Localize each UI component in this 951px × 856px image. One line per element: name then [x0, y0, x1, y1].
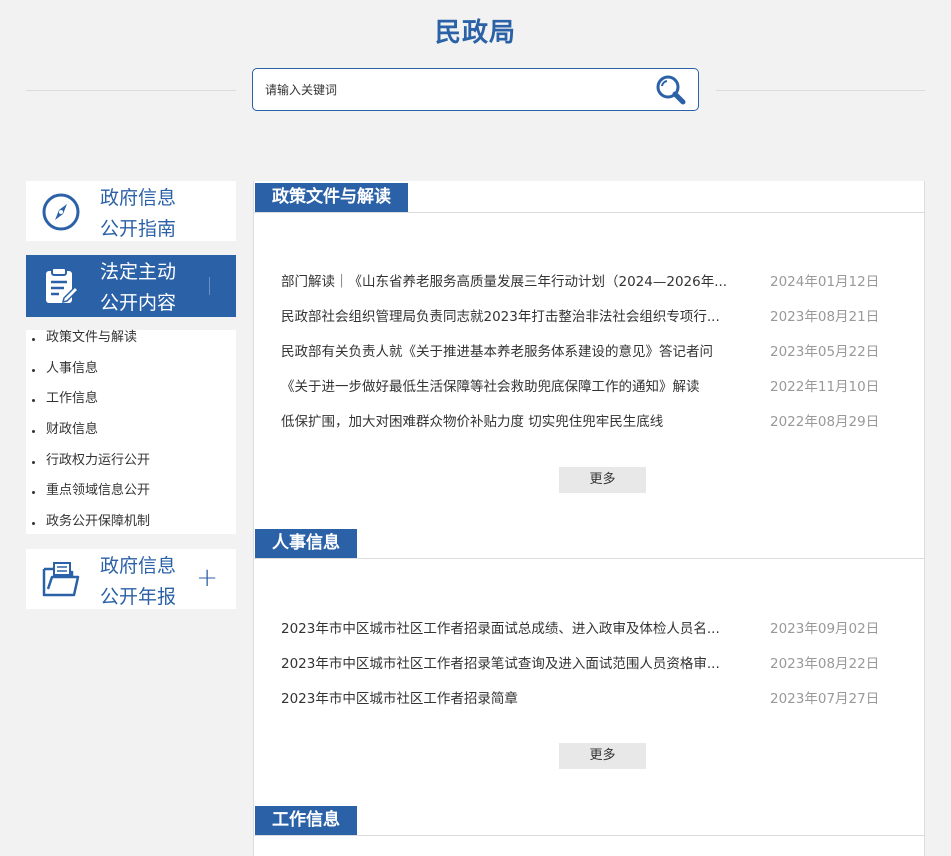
sidebar-annual-label: 政府信息 公开年报 [100, 555, 177, 608]
list-item[interactable]: 《关于进一步做好最低生活保障等社会救助兜底保障工作的通知》解读 2022年11月… [281, 377, 901, 397]
sidebar-guide[interactable]: 政府信息 公开指南 [26, 181, 236, 241]
search-input[interactable] [265, 80, 645, 100]
list-item[interactable]: 2023年市中区城市社区工作者招录简章 2023年07月27日 [281, 689, 901, 709]
plus-icon[interactable]: + [196, 563, 218, 593]
sidebar-item-work[interactable]: 工作信息 [26, 391, 236, 422]
sidebar-list: 政策文件与解读 人事信息 工作信息 财政信息 行政权力运行公开 重点领域信息公开… [26, 330, 236, 534]
search-icon [656, 75, 686, 105]
sidebar-item-policy[interactable]: 政策文件与解读 [26, 330, 236, 361]
section-header-work: 工作信息 [254, 804, 925, 836]
sidebar-divider [209, 277, 210, 295]
section-tab-work[interactable]: 工作信息 [255, 806, 357, 835]
sidebar-item-guarantee[interactable]: 政务公开保障机制 [26, 514, 236, 545]
sidebar-item-key-areas[interactable]: 重点领域信息公开 [26, 483, 236, 514]
clipboard-icon [46, 267, 80, 304]
section-header-personnel: 人事信息 [254, 527, 925, 559]
list-item[interactable]: 2023年市中区城市社区工作者招录面试总成绩、进入政审及体检人员名... 202… [281, 619, 901, 639]
list-item[interactable]: 低保扩围，加大对困难群众物价补贴力度 切实兜住兜牢民生底线 2022年08月29… [281, 412, 901, 432]
compass-icon [42, 193, 80, 231]
search-button[interactable] [654, 73, 688, 107]
search-divider-right [716, 90, 925, 91]
section-header-policy: 政策文件与解读 [254, 181, 925, 213]
folder-icon [42, 562, 80, 597]
list-item[interactable]: 部门解读｜《山东省养老服务高质量发展三年行动计划（2024—2026年... 2… [281, 272, 901, 292]
list-item[interactable]: 民政部有关负责人就《关于推进基本养老服务体系建设的意见》答记者问 2023年05… [281, 342, 901, 362]
more-button-personnel[interactable]: 更多 [559, 743, 646, 769]
section-tab-policy[interactable]: 政策文件与解读 [255, 183, 408, 212]
sidebar-guide-label: 政府信息 公开指南 [100, 187, 177, 240]
sidebar-content[interactable]: 法定主动 公开内容 [26, 255, 236, 317]
sidebar-content-label: 法定主动 公开内容 [100, 261, 177, 314]
search-divider-left [26, 90, 236, 91]
main-panel: 政策文件与解读 部门解读｜《山东省养老服务高质量发展三年行动计划（2024—20… [253, 181, 925, 856]
section-tab-personnel[interactable]: 人事信息 [255, 529, 357, 558]
list-item[interactable]: 民政部社会组织管理局负责同志就2023年打击整治非法社会组织专项行... 202… [281, 307, 901, 327]
list-item[interactable]: 2023年市中区城市社区工作者招录笔试查询及进入面试范围人员资格审... 202… [281, 654, 901, 674]
more-button-policy[interactable]: 更多 [559, 467, 646, 493]
sidebar-annual-report[interactable]: 政府信息 公开年报 + [26, 549, 236, 609]
sidebar-item-admin-power[interactable]: 行政权力运行公开 [26, 453, 236, 484]
sidebar-item-personnel[interactable]: 人事信息 [26, 361, 236, 392]
sidebar-item-finance[interactable]: 财政信息 [26, 422, 236, 453]
search-box [252, 68, 699, 111]
site-title: 民政局 [434, 18, 516, 48]
